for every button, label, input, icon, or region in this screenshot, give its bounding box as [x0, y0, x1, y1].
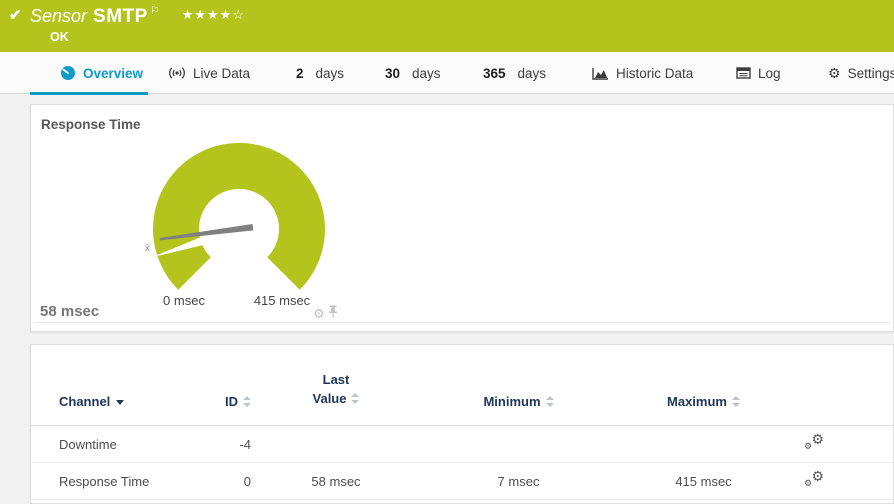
widget-settings-icon[interactable]: [313, 307, 325, 320]
star-empty: ☆: [232, 7, 245, 22]
sensor-type-label: Sensor: [30, 6, 87, 26]
tab-2-days[interactable]: 2 days: [296, 52, 344, 94]
tab-label: days: [518, 66, 547, 81]
gauge-average-symbol: x̄: [145, 243, 150, 254]
sensor-name: SMTP: [93, 6, 148, 27]
tab-settings[interactable]: Settings: [828, 52, 894, 94]
column-header-minimum[interactable]: Minimum: [421, 394, 616, 409]
stars-filled: ★★★★: [182, 7, 233, 22]
table-row-response-time[interactable]: Response Time 0 58 msec 7 msec 415 msec: [31, 463, 893, 500]
tab-historic-data[interactable]: Historic Data: [592, 52, 693, 94]
response-time-panel: Response Time x̄ 0 msec 415 msec 58 msec: [30, 104, 894, 332]
sort-icon: [732, 396, 740, 407]
panel-divider: [34, 322, 890, 323]
tab-365-days[interactable]: 365 days: [483, 52, 546, 94]
current-value: 58 msec: [40, 303, 99, 320]
tab-bar: Overview Live Data 2days 30days 365days …: [0, 52, 894, 94]
gauge-icon: [60, 65, 76, 81]
tab-number: 365: [483, 66, 506, 81]
tab-number: 2: [296, 66, 304, 81]
sensor-header: ✔ Sensor SMTP⚐ ★★★★☆ OK: [0, 0, 894, 52]
cell-minimum: 7 msec: [421, 474, 616, 489]
broadcast-icon: [168, 66, 186, 80]
channel-settings-icon[interactable]: [804, 434, 824, 451]
column-header-channel[interactable]: Channel: [31, 394, 221, 409]
sort-icon: [351, 393, 359, 404]
column-header-maximum[interactable]: Maximum: [616, 394, 791, 409]
column-header-last-value[interactable]: Last Value: [251, 371, 421, 409]
cell-last-value: 58 msec: [251, 474, 421, 489]
channel-settings-icon[interactable]: [804, 471, 824, 488]
tab-label: Settings: [848, 66, 894, 81]
tab-label: Live Data: [193, 66, 250, 81]
chart-icon: [592, 67, 609, 80]
sort-icon: [546, 396, 554, 407]
table-row-downtime[interactable]: Downtime -4: [31, 426, 893, 463]
tab-overview[interactable]: Overview: [30, 52, 148, 94]
tab-log[interactable]: Log: [736, 52, 781, 94]
status-badge: OK: [50, 30, 69, 44]
gauge-title: Response Time: [41, 117, 141, 132]
cell-id: 0: [221, 474, 251, 489]
pin-icon[interactable]: [328, 305, 338, 321]
tab-live-data[interactable]: Live Data: [168, 52, 250, 94]
gauge-max-label: 415 msec: [247, 293, 317, 308]
cell-id: -4: [221, 437, 251, 452]
widget-toolbar: [313, 305, 338, 321]
log-icon: [736, 67, 751, 79]
tab-30-days[interactable]: 30 days: [385, 52, 441, 94]
sort-icon: [243, 396, 251, 407]
sensor-title: Sensor SMTP⚐ ★★★★☆: [30, 4, 245, 28]
column-header-id[interactable]: ID: [221, 394, 251, 409]
cell-channel[interactable]: Downtime: [31, 437, 221, 452]
priority-stars[interactable]: ★★★★☆: [182, 7, 245, 22]
flag-icon[interactable]: ⚐: [150, 5, 160, 17]
cell-channel[interactable]: Response Time: [31, 474, 221, 489]
channels-table-panel: Channel ID Last Value Minimum Maximum Do…: [30, 344, 894, 504]
tab-label: Historic Data: [616, 66, 693, 81]
tab-label: Overview: [83, 66, 143, 81]
table-header-row: Channel ID Last Value Minimum Maximum: [31, 345, 893, 426]
gear-icon: [828, 65, 841, 82]
tab-label: days: [412, 66, 441, 81]
tab-label: Log: [758, 66, 781, 81]
status-check-icon: ✔: [9, 6, 22, 24]
cell-maximum: 415 msec: [616, 474, 791, 489]
sort-desc-icon: [116, 400, 124, 405]
tab-number: 30: [385, 66, 400, 81]
gauge-min-label: 0 msec: [149, 293, 219, 308]
gauge-arc: [176, 166, 302, 274]
tab-label: days: [316, 66, 345, 81]
